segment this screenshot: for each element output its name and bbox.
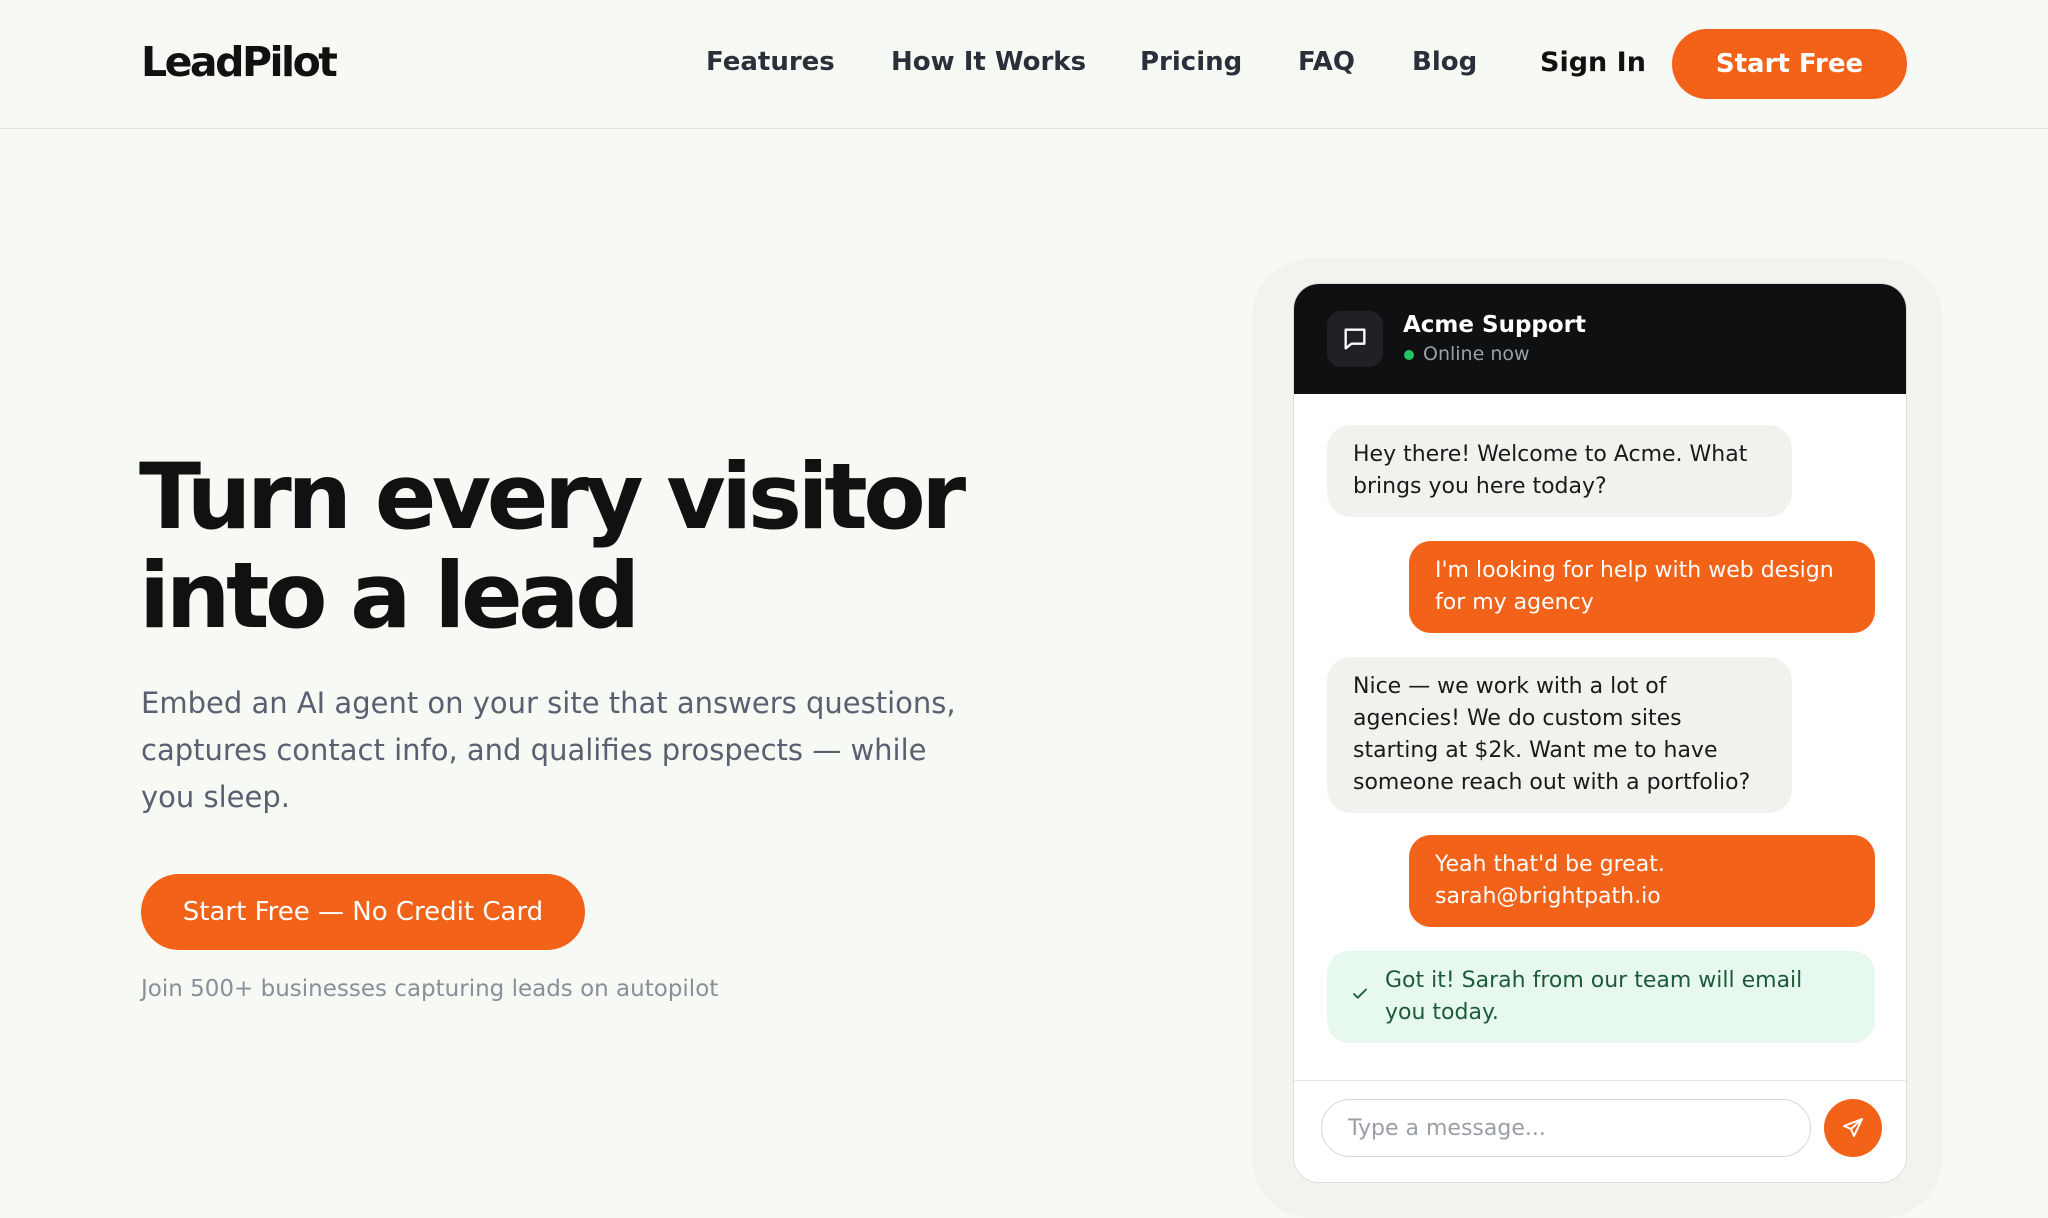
send-button[interactable] (1824, 1099, 1882, 1157)
hero-title: Turn every visitor into a lead (139, 448, 1039, 646)
hero-title-line-1: Turn every visitor (139, 445, 966, 550)
site-header: LeadPilot Features How It Works Pricing … (0, 0, 2048, 129)
chat-status: Online now (1423, 343, 1530, 365)
chat-agent-name: Acme Support (1403, 312, 1587, 338)
hero-subtitle: Embed an AI agent on your site that answ… (141, 686, 956, 814)
message-square-icon (1327, 311, 1383, 367)
confirmation-text: Got it! Sarah from our team will email y… (1385, 968, 1803, 1025)
chat-input-bar (1294, 1080, 1906, 1182)
nav-link-blog[interactable]: Blog (1412, 47, 1477, 77)
nav-link-how-it-works[interactable]: How It Works (891, 47, 1086, 77)
social-proof-text: Join 500+ businesses capturing leads on … (141, 976, 719, 1002)
chat-widget: Acme Support Online now Hey there! Welco… (1293, 283, 1907, 1183)
logo[interactable]: LeadPilot (141, 38, 338, 86)
check-icon (1353, 988, 1367, 999)
start-free-button[interactable]: Start Free (1672, 29, 1907, 99)
chat-message-bot: Nice — we work with a lot of agencies! W… (1327, 657, 1792, 813)
start-free-no-credit-card-button[interactable]: Start Free — No Credit Card (141, 874, 585, 950)
nav-link-faq[interactable]: FAQ (1298, 47, 1355, 77)
send-icon (1843, 1118, 1863, 1137)
chat-message-input[interactable] (1321, 1099, 1811, 1157)
chat-message-user: I'm looking for help with web design for… (1409, 541, 1875, 633)
sign-in-link[interactable]: Sign In (1540, 47, 1646, 78)
nav-link-pricing[interactable]: Pricing (1140, 47, 1242, 77)
chat-message-user: Yeah that'd be great. sarah@brightpath.i… (1409, 835, 1875, 927)
chat-message-confirmation: Got it! Sarah from our team will email y… (1327, 951, 1875, 1043)
hero-title-line-2: into a lead (139, 544, 640, 649)
nav-link-features[interactable]: Features (706, 47, 835, 77)
chat-message-bot: Hey there! Welcome to Acme. What brings … (1327, 425, 1792, 517)
online-status-dot (1404, 350, 1414, 360)
chat-header: Acme Support Online now (1294, 284, 1906, 394)
